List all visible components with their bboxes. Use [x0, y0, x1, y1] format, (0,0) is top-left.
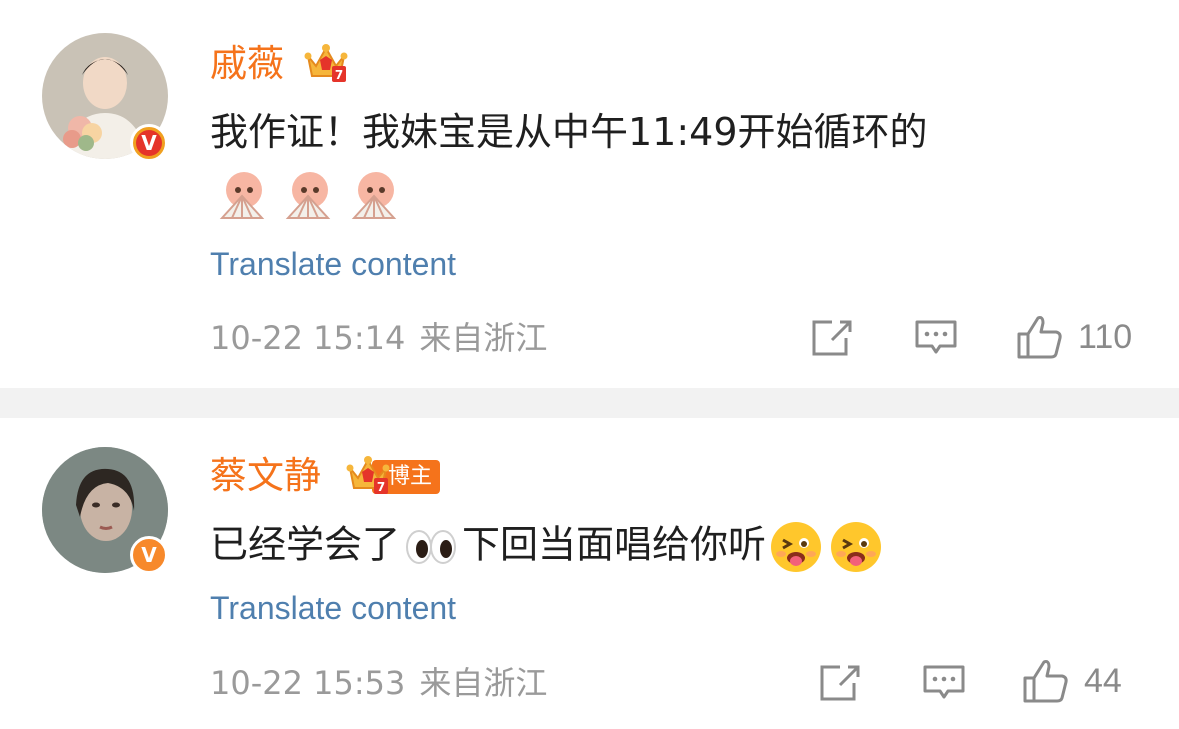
comment-text-part: 下回当面唱给你听 [462, 522, 767, 567]
post-meta: 10-22 15:14 来自浙江 [210, 318, 547, 358]
tongue-out-emoji-icon [771, 522, 822, 572]
comment-button[interactable] [914, 318, 958, 358]
share-icon [812, 320, 852, 356]
eyes-emoji-icon [406, 530, 457, 564]
comment-text-part: 已经学会了 [210, 522, 401, 567]
svg-text:7: 7 [377, 480, 385, 494]
like-button[interactable]: 44 [1022, 658, 1122, 704]
comment-card: V 戚薇 7 我作证！我妹宝是从中午11:49开始循环的 Translate c… [0, 0, 1179, 388]
like-count: 44 [1084, 661, 1122, 700]
fan-girl-emoji-icon [285, 172, 331, 219]
like-button[interactable]: 110 [1016, 314, 1132, 360]
location: 来自浙江 [419, 664, 548, 702]
username[interactable]: 戚薇 [210, 44, 284, 84]
fan-girl-emoji-icon [219, 172, 265, 219]
timestamp: 10-22 15:14 [210, 319, 406, 357]
svg-text:7: 7 [335, 68, 343, 82]
location: 来自浙江 [419, 319, 548, 357]
verified-badge-icon: V [130, 536, 168, 574]
comment-text: 我作证！我妹宝是从中午11:49开始循环的 [210, 110, 928, 154]
translate-link[interactable]: Translate content [210, 588, 456, 628]
comment-icon [923, 665, 965, 699]
crown-membership-icon: 7 [344, 454, 392, 500]
username[interactable]: 蔡文静 [210, 456, 321, 496]
share-icon [820, 665, 860, 701]
tongue-out-emoji-icon [831, 522, 882, 572]
comment-icon [915, 320, 957, 354]
comment-card: V 蔡文静 博主 7 已经学会了 下回当面唱给你听 Translate cont… [0, 418, 1179, 729]
emoji-row [214, 168, 402, 224]
separator [0, 388, 1179, 418]
share-button[interactable] [810, 318, 854, 358]
comment-button[interactable] [922, 663, 966, 703]
translate-link[interactable]: Translate content [210, 244, 456, 284]
fan-girl-emoji-icon [351, 172, 397, 219]
crown-membership-icon: 7 [302, 42, 350, 88]
timestamp: 10-22 15:53 [210, 664, 406, 702]
verified-badge-icon: V [130, 124, 168, 162]
thumbs-up-icon [1023, 660, 1068, 703]
like-count: 110 [1078, 317, 1133, 356]
post-meta: 10-22 15:53 来自浙江 [210, 663, 547, 703]
share-button[interactable] [818, 663, 862, 703]
comment-text: 已经学会了 下回当面唱给你听 [210, 520, 886, 574]
thumbs-up-icon [1017, 316, 1062, 359]
